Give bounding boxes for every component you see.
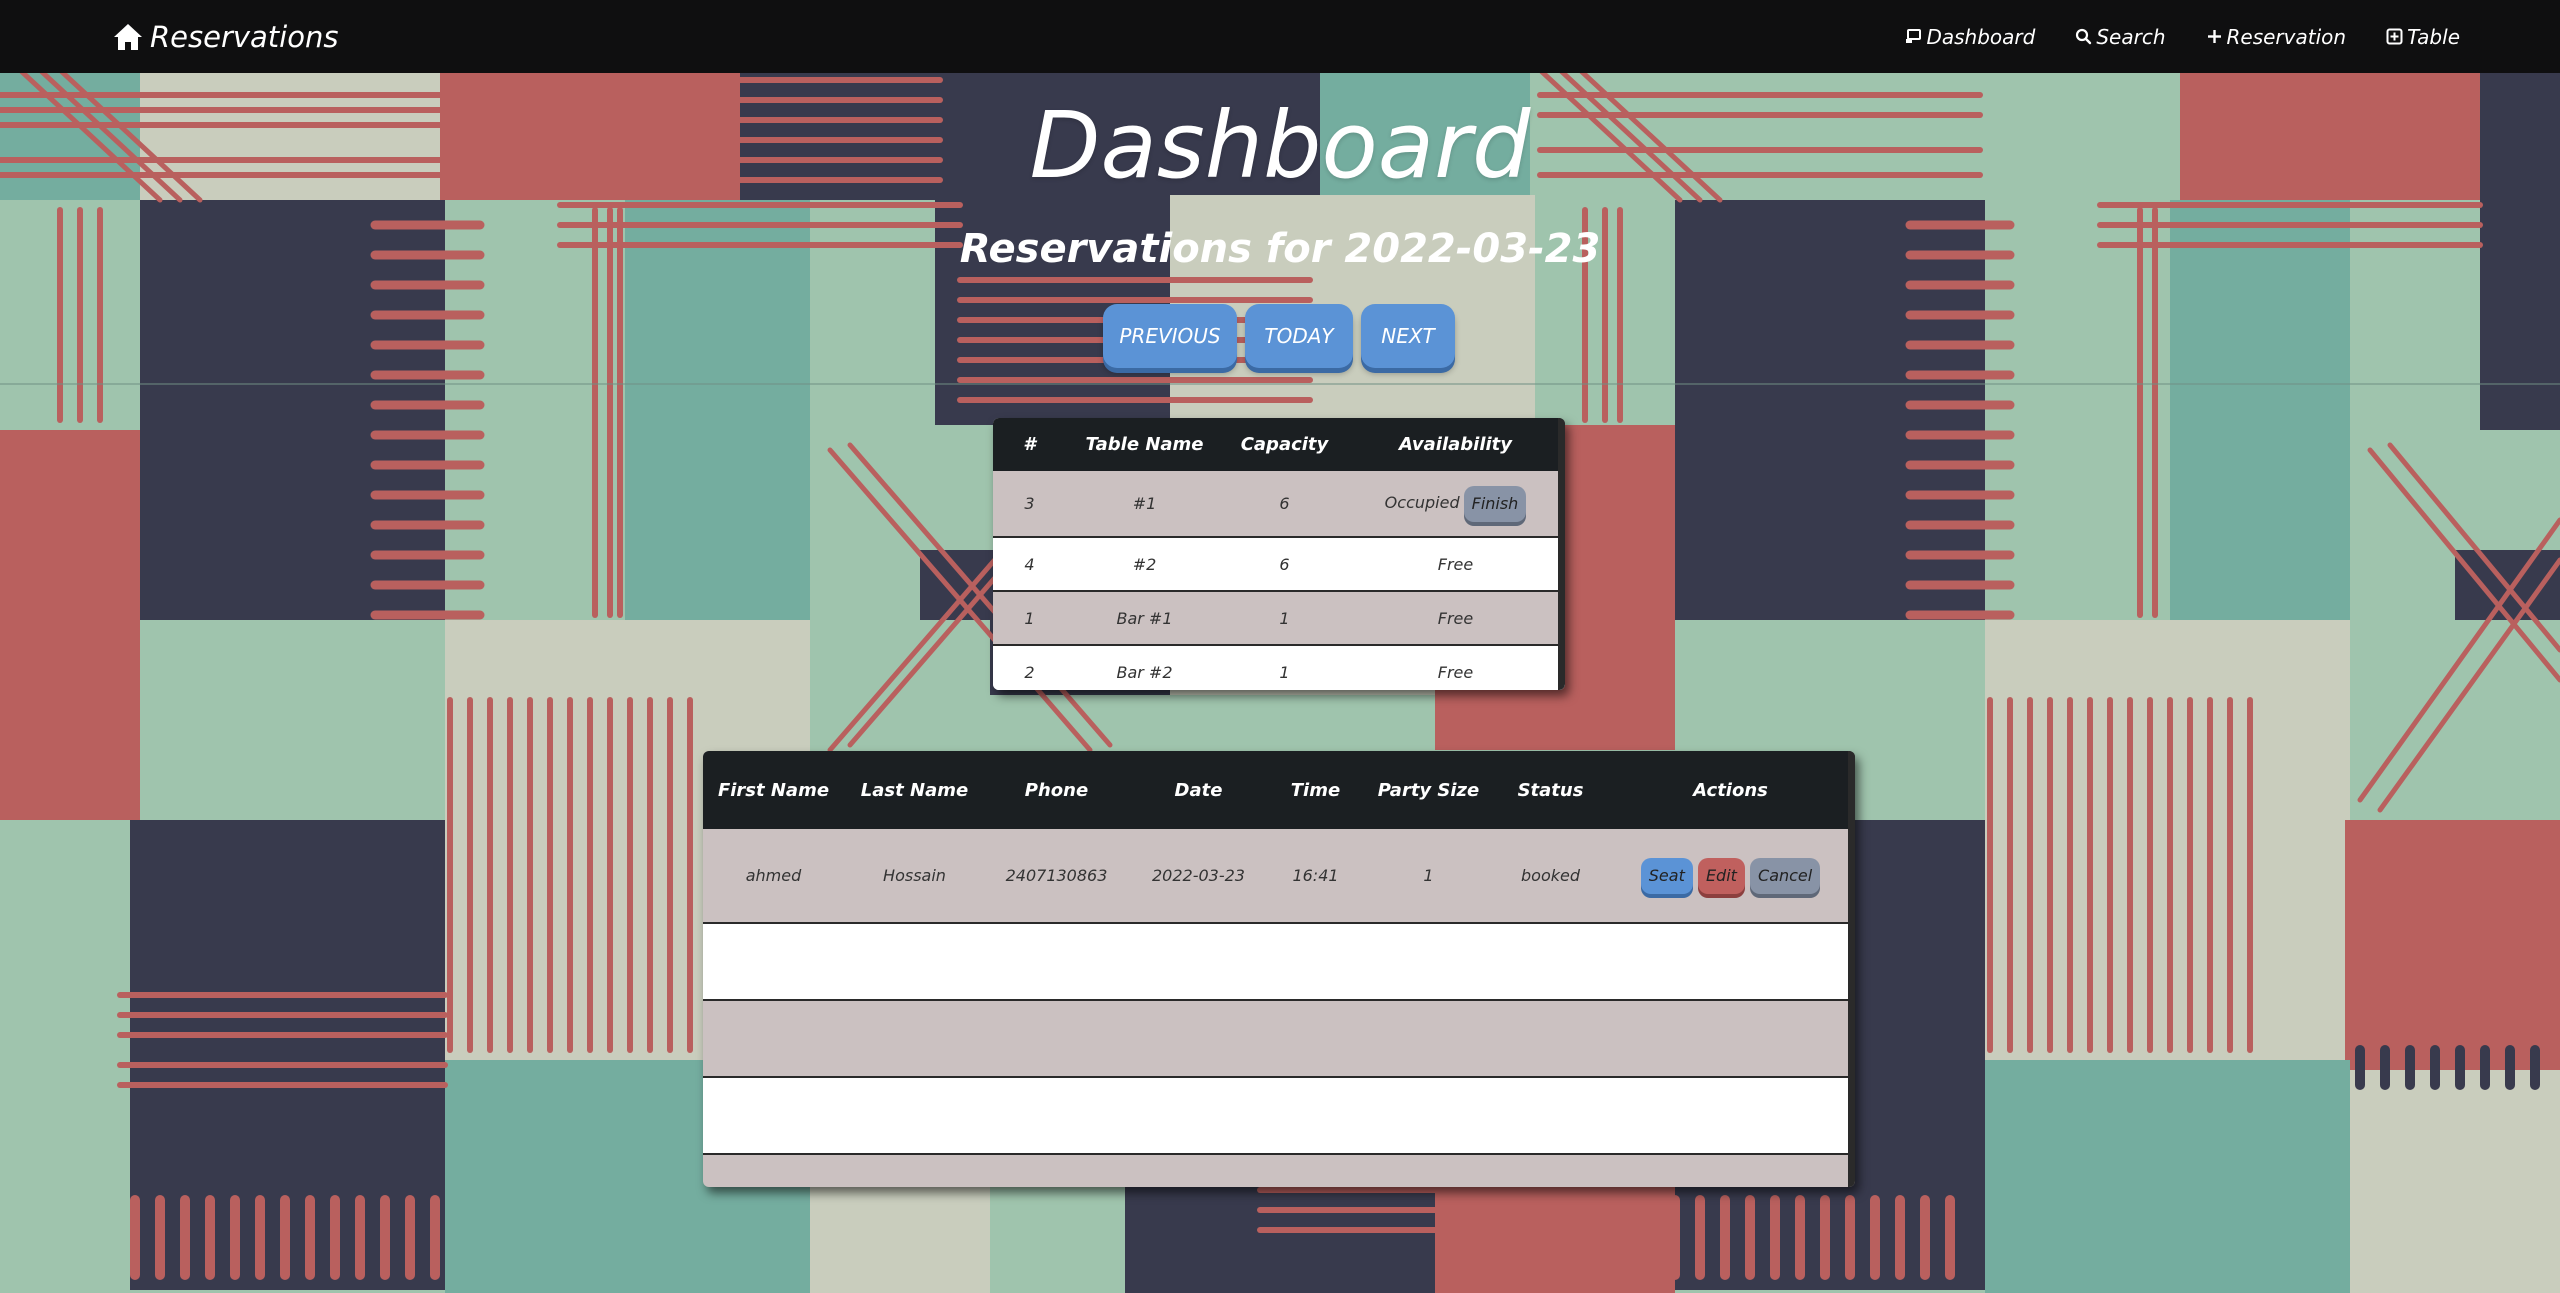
- reservation-party-size: 1: [1362, 829, 1495, 924]
- reservations-header-row: First Name Last Name Phone Date Time Par…: [703, 751, 1855, 829]
- table-capacity: 6: [1223, 471, 1346, 538]
- table-availability: Free: [1346, 645, 1565, 690]
- reservations-table-container: First Name Last Name Phone Date Time Par…: [703, 751, 1855, 1187]
- table-availability: Free: [1346, 537, 1565, 592]
- page-title: Dashboard: [1029, 92, 1531, 199]
- tables-scrollbar[interactable]: [1558, 418, 1565, 690]
- table-id: 3: [993, 471, 1066, 538]
- table-id: 1: [993, 591, 1066, 646]
- table-availability: Free: [1346, 591, 1565, 646]
- table-name: Bar #2: [1066, 645, 1223, 690]
- finish-button[interactable]: Finish: [1463, 485, 1527, 522]
- table-capacity: 1: [1223, 645, 1346, 690]
- nav-table-label: Table: [2407, 24, 2460, 49]
- brand-link[interactable]: Reservations: [112, 0, 338, 73]
- col-header-table-name: Table Name: [1066, 418, 1223, 471]
- table-capacity: 6: [1223, 537, 1346, 592]
- col-header-availability: Availability: [1346, 418, 1565, 471]
- search-icon: [2076, 28, 2092, 45]
- col-header-actions: Actions: [1606, 751, 1855, 829]
- col-header-first-name: First Name: [703, 751, 844, 829]
- table-id: 2: [993, 645, 1066, 690]
- seat-button[interactable]: Seat: [1640, 857, 1693, 894]
- empty-cell: [703, 1077, 1855, 1155]
- table-availability: Occupied Finish: [1346, 471, 1565, 538]
- table-row: 4 #2 6 Free: [993, 537, 1565, 592]
- next-button[interactable]: NEXT: [1361, 304, 1455, 368]
- reservations-table: First Name Last Name Phone Date Time Par…: [703, 751, 1855, 1155]
- nav-search-label: Search: [2096, 24, 2166, 49]
- plus-square-icon: [2386, 28, 2403, 45]
- col-header-date: Date: [1128, 751, 1269, 829]
- table-name: #1: [1066, 471, 1223, 538]
- col-header-id: #: [993, 418, 1066, 471]
- empty-row: [703, 923, 1855, 1001]
- empty-row: [703, 1000, 1855, 1078]
- home-icon: [114, 23, 142, 50]
- empty-row: [703, 1077, 1855, 1155]
- nav-dashboard-label: Dashboard: [1926, 24, 2036, 49]
- reservation-row: ahmed Hossain 2407130863 2022-03-23 16:4…: [703, 829, 1855, 924]
- table-name: #2: [1066, 537, 1223, 592]
- col-header-phone: Phone: [985, 751, 1128, 829]
- date-navigation: PREVIOUS TODAY NEXT: [1103, 304, 1455, 368]
- col-header-capacity: Capacity: [1223, 418, 1346, 471]
- tables-header-row: # Table Name Capacity Availability: [993, 418, 1565, 471]
- previous-button[interactable]: PREVIOUS: [1103, 304, 1237, 368]
- cancel-button[interactable]: Cancel: [1750, 857, 1821, 894]
- availability-status: Occupied: [1384, 493, 1460, 512]
- reservation-date: 2022-03-23: [1128, 829, 1269, 924]
- tables-table-container: # Table Name Capacity Availability 3 #1 …: [993, 418, 1565, 690]
- nav-links: Dashboard Search Reservation Table: [1905, 0, 2460, 73]
- edit-button[interactable]: Edit: [1697, 857, 1745, 894]
- col-header-last-name: Last Name: [844, 751, 985, 829]
- table-name: Bar #1: [1066, 591, 1223, 646]
- reservation-phone: 2407130863: [985, 829, 1128, 924]
- nav-dashboard-link[interactable]: Dashboard: [1905, 25, 2035, 49]
- empty-cell: [703, 1000, 1855, 1078]
- nav-reservation-label: Reservation: [2226, 24, 2347, 49]
- reservation-actions: Seat Edit Cancel: [1606, 829, 1855, 924]
- reservations-scrollbar[interactable]: [1848, 751, 1855, 1187]
- plus-icon: [2207, 30, 2221, 43]
- dashboard-icon: [1906, 29, 1922, 43]
- table-capacity: 1: [1223, 591, 1346, 646]
- table-row: 2 Bar #2 1 Free: [993, 645, 1565, 690]
- reservation-status: booked: [1495, 829, 1606, 924]
- table-row: 3 #1 6 Occupied Finish: [993, 471, 1565, 538]
- reservation-last-name: Hossain: [844, 829, 985, 924]
- col-header-party-size: Party Size: [1362, 751, 1495, 829]
- col-header-status: Status: [1495, 751, 1606, 829]
- nav-reservation-link[interactable]: Reservation: [2206, 24, 2347, 49]
- reservation-time: 16:41: [1269, 829, 1362, 924]
- col-header-time: Time: [1269, 751, 1362, 829]
- nav-search-link[interactable]: Search: [2075, 24, 2166, 49]
- empty-cell: [703, 923, 1855, 1001]
- reservation-first-name: ahmed: [703, 829, 844, 924]
- table-row: 1 Bar #1 1 Free: [993, 591, 1565, 646]
- table-id: 4: [993, 537, 1066, 592]
- tables-table: # Table Name Capacity Availability 3 #1 …: [993, 418, 1565, 690]
- navbar: Reservations Dashboard Search Reservatio…: [0, 0, 2560, 73]
- today-button[interactable]: TODAY: [1245, 304, 1353, 368]
- reservations-date-heading: Reservations for 2022-03-23: [959, 226, 1601, 272]
- brand-label: Reservations: [150, 19, 339, 54]
- nav-table-link[interactable]: Table: [2386, 25, 2460, 49]
